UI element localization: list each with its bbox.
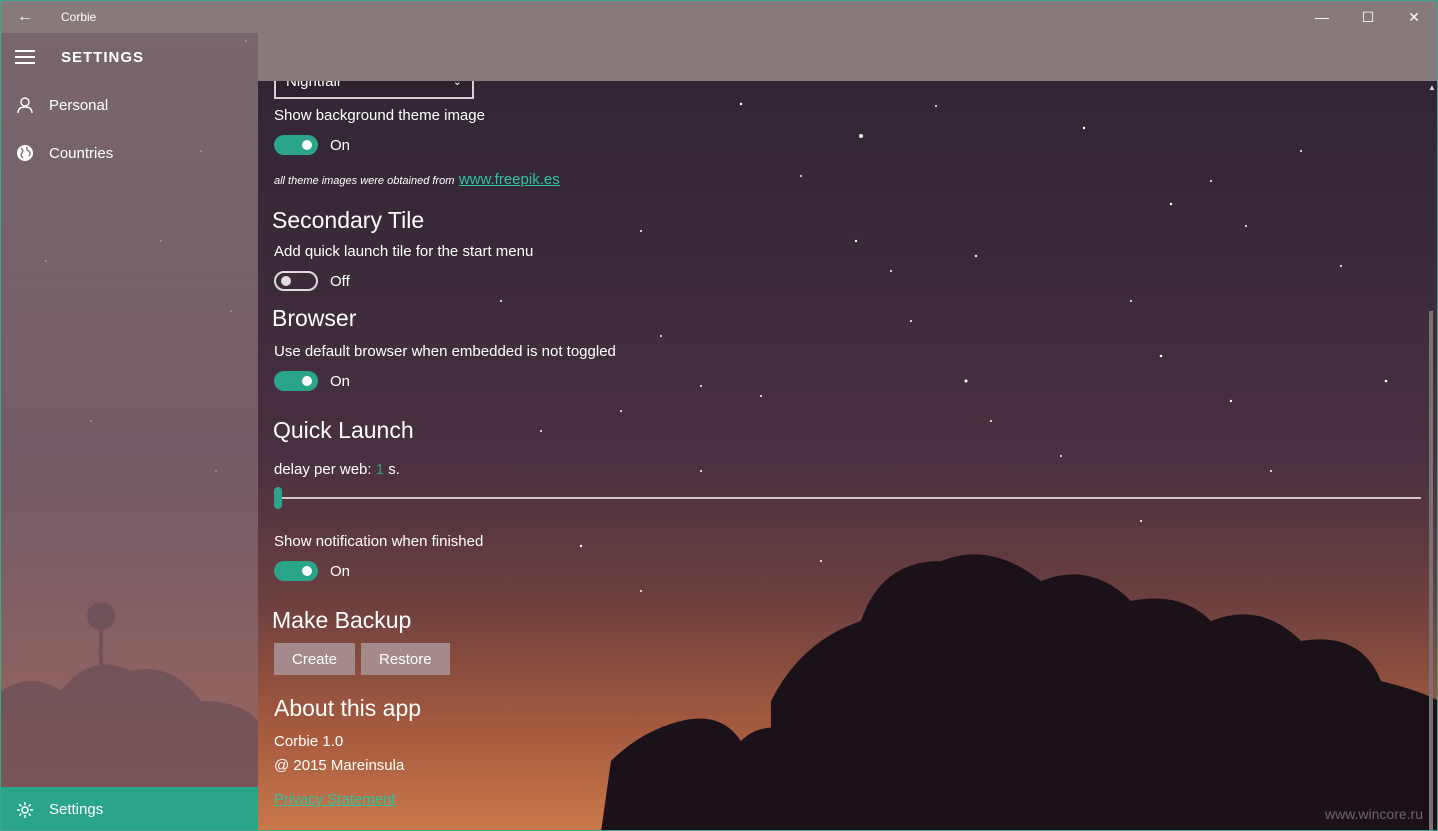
scrollbar-thumb[interactable] — [1429, 311, 1433, 830]
delay-slider-thumb[interactable] — [274, 487, 282, 509]
chevron-down-icon: ⌄ — [452, 81, 462, 88]
background-image-label: Show background theme image — [274, 107, 485, 124]
sidebar-header: SETTINGS — [1, 33, 258, 81]
browser-toggle-row: On — [274, 371, 350, 391]
hamburger-menu-button[interactable] — [1, 33, 49, 81]
watermark: www.wincore.ru — [1324, 806, 1423, 822]
window-title: Corbie — [61, 10, 97, 24]
app-window: ← Corbie — ☐ ✕ SETTINGS Personal Countri… — [0, 0, 1438, 831]
content-header-band — [258, 33, 1437, 81]
scroll-up-icon[interactable]: ▲ — [1428, 83, 1436, 92]
browser-state: On — [330, 372, 351, 390]
notify-state: On — [330, 562, 351, 580]
sidebar: SETTINGS Personal Countries Settings — [1, 33, 258, 830]
privacy-statement: Privacy Statement — [274, 791, 396, 809]
theme-credit-text: all theme images were obtained from — [274, 175, 455, 187]
globe-icon — [1, 144, 49, 162]
minimize-button[interactable]: — — [1299, 1, 1345, 33]
app-version: Corbie 1.0 — [274, 733, 344, 750]
quick-launch-heading: Quick Launch — [273, 417, 414, 443]
delay-slider-track[interactable] — [278, 497, 1421, 499]
about-heading: About this app — [274, 695, 422, 721]
sidebar-item-label: Personal — [49, 96, 109, 114]
delay-unit: s. — [388, 461, 400, 478]
browser-heading: Browser — [272, 305, 357, 331]
theme-dropdown[interactable]: Nightfall ⌄ — [274, 81, 474, 99]
person-icon — [1, 96, 49, 114]
create-backup-button[interactable]: Create — [274, 643, 356, 675]
theme-credit: all theme images were obtained from www.… — [274, 171, 560, 189]
gear-icon — [1, 801, 49, 819]
notify-toggle[interactable] — [274, 561, 318, 581]
sidebar-item-settings[interactable]: Settings — [1, 787, 258, 830]
freepik-link[interactable]: www.freepik.es — [459, 171, 560, 188]
settings-content: Nightfall ⌄ Show background theme image … — [258, 81, 1426, 830]
secondary-tile-toggle-row: Off — [274, 271, 350, 291]
app-copyright: @ 2015 Mareinsula — [274, 757, 405, 774]
window-controls: — ☐ ✕ — [1299, 1, 1437, 33]
secondary-tile-toggle[interactable] — [274, 271, 318, 291]
backup-heading: Make Backup — [272, 607, 412, 633]
hamburger-icon — [15, 56, 35, 58]
back-arrow-icon: ← — [17, 8, 33, 25]
delay-per-web: delay per web: 1 s. — [274, 461, 400, 478]
backup-buttons: Create Restore — [274, 643, 456, 675]
browser-label: Use default browser when embedded is not… — [274, 343, 616, 360]
maximize-button[interactable]: ☐ — [1345, 1, 1391, 33]
delay-value: 1 — [375, 461, 385, 478]
content-scrollbar[interactable]: ▲ — [1426, 81, 1437, 830]
sidebar-item-countries[interactable]: Countries — [1, 129, 258, 177]
restore-backup-button[interactable]: Restore — [361, 643, 450, 675]
browser-toggle[interactable] — [274, 371, 318, 391]
background-image-toggle-row: On — [274, 135, 350, 155]
sidebar-item-label: Countries — [49, 144, 114, 162]
sidebar-item-personal[interactable]: Personal — [1, 81, 258, 129]
notify-label: Show notification when finished — [274, 533, 484, 550]
delay-label: delay per web: — [274, 461, 372, 478]
title-bar: ← Corbie — ☐ ✕ — [1, 1, 1437, 33]
sidebar-item-label: Settings — [49, 801, 104, 818]
close-button[interactable]: ✕ — [1391, 1, 1437, 33]
secondary-tile-label: Add quick launch tile for the start menu — [274, 243, 534, 260]
sidebar-title: SETTINGS — [61, 48, 145, 66]
background-image-toggle[interactable] — [274, 135, 318, 155]
secondary-tile-state: Off — [330, 272, 350, 290]
notify-toggle-row: On — [274, 561, 350, 581]
privacy-statement-link[interactable]: Privacy Statement — [274, 791, 396, 808]
back-button[interactable]: ← — [1, 1, 49, 33]
background-image-state: On — [330, 136, 351, 154]
theme-dropdown-value: Nightfall — [286, 81, 341, 90]
secondary-tile-heading: Secondary Tile — [272, 207, 425, 233]
